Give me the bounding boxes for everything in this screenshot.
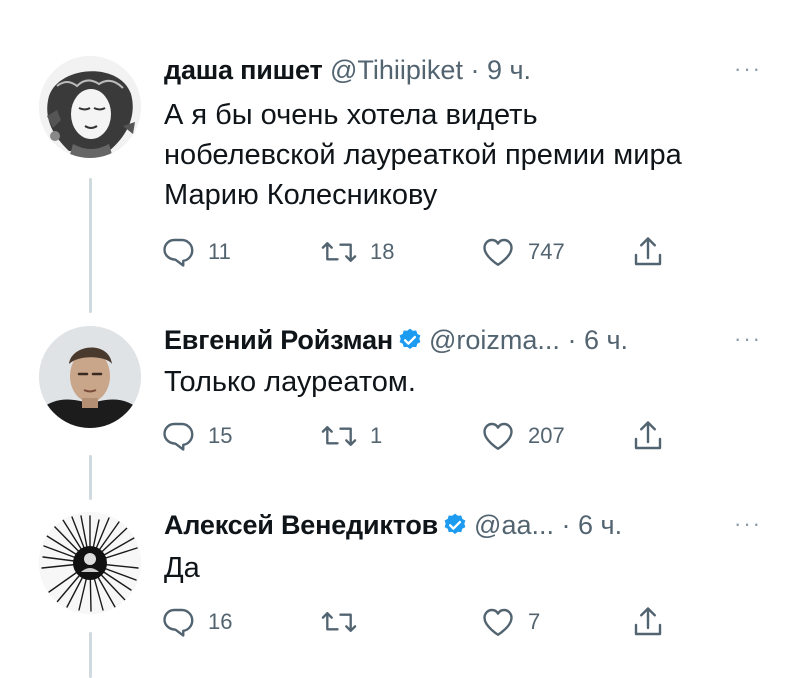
timestamp[interactable]: · 6 ч.	[567, 325, 628, 355]
avatar[interactable]	[39, 512, 141, 614]
thread-line	[89, 455, 92, 500]
more-icon[interactable]: ···	[734, 56, 762, 82]
like-icon	[480, 234, 516, 270]
more-icon[interactable]: ···	[734, 511, 762, 537]
user-handle[interactable]: @roizma...	[429, 325, 560, 355]
tweet-header: Евгений Ройзман @roizma... · 6 ч.	[164, 323, 628, 361]
avatar[interactable]	[39, 326, 141, 428]
avatar-illustration	[39, 56, 141, 158]
user-handle[interactable]: @Tihiipiket	[330, 55, 463, 85]
reply-icon	[160, 234, 196, 270]
reply-count: 15	[208, 423, 233, 448]
user-handle[interactable]: @aa...	[474, 510, 554, 540]
tweet-actions: 11 18 747	[160, 234, 680, 270]
share-icon	[630, 418, 666, 454]
retweet-count: 1	[370, 423, 383, 448]
tweet-text-line: Марию Колесникову	[164, 179, 438, 211]
display-name[interactable]: даша пишет	[164, 55, 323, 85]
reply-count: 11	[208, 239, 231, 264]
timestamp[interactable]: · 9 ч.	[470, 55, 531, 85]
reply-icon	[160, 604, 196, 640]
like-count: 747	[528, 239, 565, 264]
retweet-icon	[320, 234, 358, 270]
share-button[interactable]	[630, 234, 666, 270]
like-button[interactable]: 747	[480, 234, 565, 270]
display-name[interactable]: Евгений Ройзман	[164, 325, 393, 355]
retweet-button[interactable]: 1	[320, 418, 382, 454]
tweet-header: Алексей Венедиктов @aa... · 6 ч.	[164, 508, 622, 546]
tweet-header: даша пишет @Tihiipiket · 9 ч.	[164, 53, 531, 87]
retweet-icon	[320, 418, 358, 454]
reply-button[interactable]: 16	[160, 604, 232, 640]
retweet-button[interactable]: 18	[320, 234, 394, 270]
display-name[interactable]: Алексей Венедиктов	[164, 510, 438, 540]
thread-line	[89, 632, 92, 678]
share-icon	[630, 604, 666, 640]
share-button[interactable]	[630, 604, 666, 640]
avatar[interactable]	[39, 56, 141, 158]
like-count: 207	[528, 423, 565, 448]
timestamp[interactable]: · 6 ч.	[562, 510, 623, 540]
tweet-text: Да	[164, 548, 200, 588]
share-icon	[630, 234, 666, 270]
reply-icon	[160, 418, 196, 454]
thread-line	[89, 178, 92, 313]
tweet-actions: 16 7	[160, 604, 680, 640]
tweet-actions: 15 1 207	[160, 418, 680, 454]
like-button[interactable]: 207	[480, 418, 565, 454]
avatar-ink-burst	[39, 512, 141, 614]
tweet-text-line: нобелевской лауреаткой премии мира	[164, 139, 682, 171]
retweet-count: 18	[370, 239, 395, 264]
share-button[interactable]	[630, 418, 666, 454]
reply-count: 16	[208, 609, 233, 634]
verified-icon	[442, 512, 468, 546]
verified-icon	[397, 327, 423, 361]
retweet-icon	[320, 604, 358, 640]
like-button[interactable]: 7	[480, 604, 540, 640]
tweet-text-line: Только лауреатом.	[164, 366, 416, 398]
more-icon[interactable]: ···	[734, 326, 762, 352]
retweet-button[interactable]	[320, 604, 370, 640]
like-icon	[480, 604, 516, 640]
tweet-text: Только лауреатом.	[164, 362, 416, 402]
avatar-photo	[39, 326, 141, 428]
like-count: 7	[528, 609, 541, 634]
reply-button[interactable]: 11	[160, 234, 231, 270]
reply-button[interactable]: 15	[160, 418, 232, 454]
tweet-text-line: А я бы очень хотела видеть	[164, 99, 538, 131]
tweet-text-line: Да	[164, 552, 200, 584]
tweet-text: А я бы очень хотела видеть нобелевской л…	[164, 95, 682, 215]
like-icon	[480, 418, 516, 454]
